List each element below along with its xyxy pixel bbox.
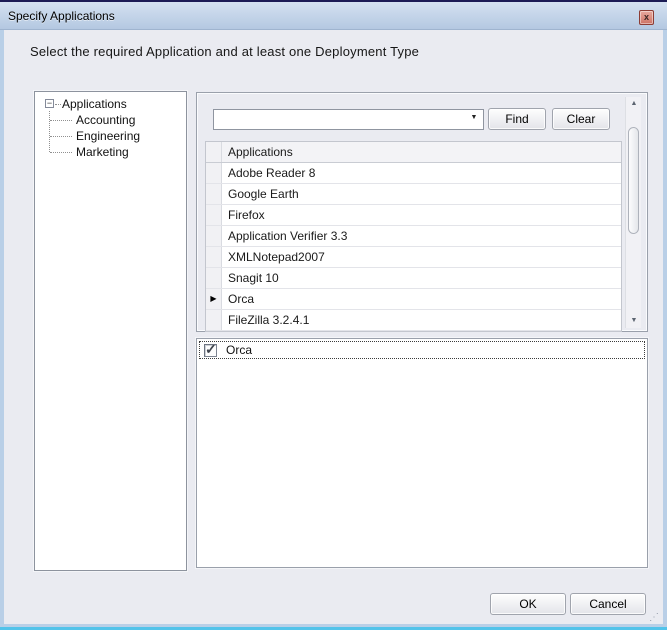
application-name-cell: Google Earth <box>222 184 621 204</box>
scroll-down-icon[interactable]: ▼ <box>626 314 642 328</box>
row-indicator <box>206 226 222 246</box>
cancel-button[interactable]: Cancel <box>570 593 646 615</box>
resize-grip-icon[interactable]: ⋰ <box>649 614 659 622</box>
tree-connector-line <box>50 152 72 153</box>
dialog-instruction: Select the required Application and at l… <box>30 44 419 59</box>
table-row[interactable]: Adobe Reader 8 <box>206 163 621 184</box>
tree-item-applications[interactable]: − Applications <box>35 96 186 112</box>
search-combobox[interactable]: ▼ <box>213 109 484 130</box>
find-button[interactable]: Find <box>488 108 546 130</box>
tree-children: Accounting Engineering Marketing <box>35 112 186 160</box>
tree-item-marketing[interactable]: Marketing <box>35 144 186 160</box>
window-title: Specify Applications <box>8 9 115 23</box>
tree-connector-line <box>55 104 61 105</box>
grid-header-indicator <box>206 142 222 162</box>
row-indicator <box>206 310 222 330</box>
application-name-cell: Orca <box>222 289 621 309</box>
application-name-cell: Snagit 10 <box>222 268 621 288</box>
close-button[interactable]: x <box>639 10 654 25</box>
table-row[interactable]: Application Verifier 3.3 <box>206 226 621 247</box>
scrollbar-thumb[interactable] <box>628 127 639 234</box>
tree-item-label: Engineering <box>76 129 140 143</box>
window-border-left <box>0 30 4 630</box>
deployment-types-panel: ✓ Orca <box>196 338 648 568</box>
app-grid-body: Adobe Reader 8Google EarthFirefoxApplica… <box>206 163 621 331</box>
tree-connector-line <box>50 136 72 137</box>
close-icon: x <box>644 12 649 22</box>
application-name-cell: Adobe Reader 8 <box>222 163 621 183</box>
application-name-cell: FileZilla 3.2.4.1 <box>222 310 621 330</box>
specify-applications-dialog: Specify Applications x Select the requir… <box>0 0 667 630</box>
application-name-cell: Application Verifier 3.3 <box>222 226 621 246</box>
application-name-cell: XMLNotepad2007 <box>222 247 621 267</box>
window-border-right <box>663 30 667 630</box>
applications-tree-panel: − Applications Accounting Engineering Mark… <box>34 91 187 571</box>
table-row[interactable]: Google Earth <box>206 184 621 205</box>
collapse-icon[interactable]: − <box>45 99 54 108</box>
grid-header-label: Applications <box>222 142 621 162</box>
tree-connector-line <box>50 120 72 121</box>
titlebar: Specify Applications x <box>0 2 667 30</box>
tree-item-accounting[interactable]: Accounting <box>35 112 186 128</box>
table-row[interactable]: Snagit 10 <box>206 268 621 289</box>
tree-item-label: Accounting <box>76 113 135 127</box>
tree-item-label: Marketing <box>76 145 129 159</box>
clear-button[interactable]: Clear <box>552 108 610 130</box>
row-indicator <box>206 268 222 288</box>
row-indicator <box>206 247 222 267</box>
row-indicator <box>206 205 222 225</box>
chevron-down-icon[interactable]: ▼ <box>467 114 481 121</box>
table-row[interactable]: Firefox <box>206 205 621 226</box>
vertical-scrollbar[interactable]: ▲ ▼ <box>625 97 641 328</box>
applications-list-panel: ▼ Find Clear Applications Adobe Reader 8… <box>196 92 648 332</box>
tree-root-label[interactable]: Applications <box>62 97 127 111</box>
checkbox[interactable]: ✓ <box>204 344 217 357</box>
grid-header-row: Applications <box>206 142 621 163</box>
deployment-type-item[interactable]: ✓ Orca <box>199 341 645 359</box>
window-border-bottom <box>0 624 667 630</box>
scroll-up-icon[interactable]: ▲ <box>626 97 642 111</box>
search-input[interactable] <box>216 111 464 128</box>
tree-item-engineering[interactable]: Engineering <box>35 128 186 144</box>
table-row[interactable]: FileZilla 3.2.4.1 <box>206 310 621 331</box>
check-icon: ✓ <box>205 341 217 358</box>
ok-button[interactable]: OK <box>490 593 566 615</box>
deployment-type-label: Orca <box>226 343 252 357</box>
row-indicator <box>206 184 222 204</box>
row-indicator <box>206 163 222 183</box>
applications-grid: Applications Adobe Reader 8Google EarthF… <box>205 141 622 332</box>
table-row[interactable]: XMLNotepad2007 <box>206 247 621 268</box>
selected-row-indicator-icon: ▶ <box>206 289 222 309</box>
application-name-cell: Firefox <box>222 205 621 225</box>
table-row[interactable]: ▶Orca <box>206 289 621 310</box>
